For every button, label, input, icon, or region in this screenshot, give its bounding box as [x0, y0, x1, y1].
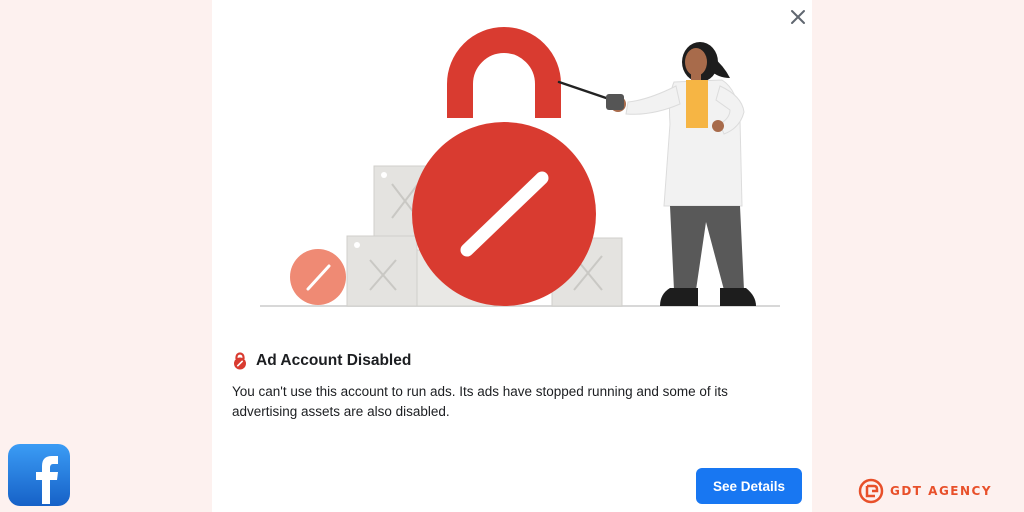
gdt-agency-logo-icon: [858, 478, 884, 504]
pointer-stick: [557, 80, 614, 102]
see-details-button[interactable]: See Details: [696, 468, 802, 504]
disabled-account-illustration: [260, 27, 780, 307]
ad-account-disabled-dialog: Ad Account Disabled You can't use this a…: [212, 0, 812, 512]
big-padlock: [412, 27, 596, 306]
gdt-agency-text: GDT AGENCY: [890, 484, 993, 498]
dialog-title: Ad Account Disabled: [256, 352, 412, 369]
small-blocked-circle: [290, 249, 346, 305]
gray-box-left: [346, 235, 418, 307]
gdt-agency-branding: GDT AGENCY: [858, 478, 992, 504]
dialog-title-row: Ad Account Disabled: [232, 352, 411, 370]
facebook-logo-icon: [8, 444, 70, 506]
dialog-message: You can't use this account to run ads. I…: [232, 384, 728, 419]
lock-icon: [234, 352, 246, 370]
presenter-figure: [606, 42, 756, 306]
